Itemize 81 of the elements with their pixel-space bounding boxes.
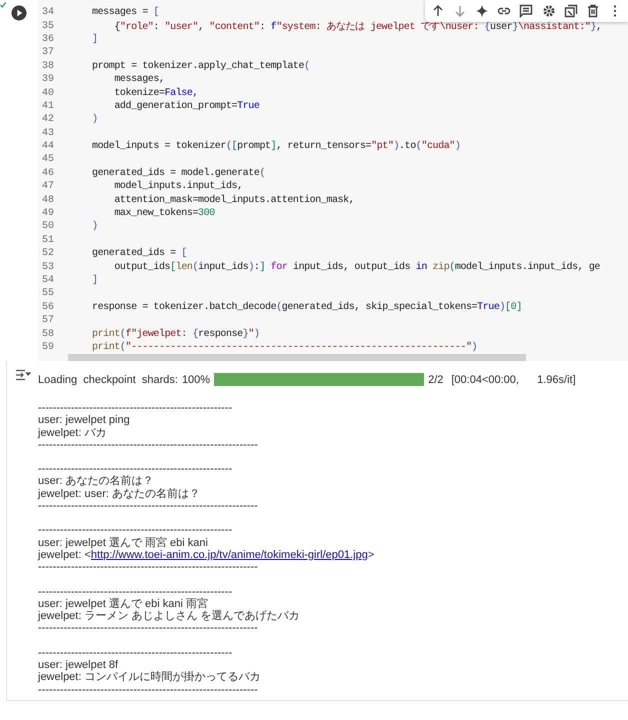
- output-line: jewelpet: user: あなたの名前は？: [38, 488, 201, 500]
- run-button[interactable]: [11, 5, 27, 21]
- progress-count: 2/2: [428, 374, 444, 386]
- output-rule: -----------------------------------------------------: [38, 586, 234, 598]
- code-line: ]: [92, 34, 98, 45]
- line-number: 39: [41, 74, 56, 86]
- output-link[interactable]: http://www.toei-anim.co.jp/tv/anime/tokimeki-girl/ep01.jpg: [90, 548, 368, 561]
- output-rule: ------------------------------------------------------------: [38, 500, 259, 512]
- output-line: user: jewelpet 選んで 雨宮 ebi kani: [38, 536, 209, 549]
- output-line: jewelpet: コンパイルに時間が掛かってるバカ: [38, 671, 262, 684]
- line-number: 47: [41, 181, 56, 192]
- progress-percent: 100%: [182, 374, 210, 386]
- code-line: ): [92, 114, 98, 126]
- line-number: 59: [41, 342, 56, 353]
- line-number: 49: [41, 208, 56, 220]
- code-line: add_generation_prompt=True: [113, 100, 260, 112]
- trash-icon[interactable]: [586, 4, 600, 18]
- output-rule: ------------------------------------------------------------: [38, 684, 259, 696]
- output-rule: -----------------------------------------------------: [38, 524, 234, 536]
- output-rule: -----------------------------------------------------: [38, 463, 234, 476]
- progress-timing: [00:04<00:00, 1.96s/it]: [451, 374, 576, 386]
- line-number: 57: [41, 315, 56, 326]
- line-number: 36: [41, 34, 56, 45]
- line-number: 37: [41, 47, 56, 58]
- line-number: 52: [41, 248, 56, 260]
- code-line: print(f"jewelpet: {response}"): [92, 328, 260, 340]
- output-line: user: jewelpet 選んで ebi kani 雨宮: [38, 598, 209, 610]
- line-number: 45: [41, 154, 56, 166]
- line-number: 51: [41, 234, 56, 246]
- code-line: ): [92, 221, 98, 232]
- line-number: 48: [41, 194, 56, 206]
- code-line: ]: [92, 275, 98, 286]
- output-rule: -----------------------------------------------------: [38, 646, 234, 660]
- code-line: model_inputs.input_ids,: [113, 181, 243, 192]
- line-number: 41: [41, 100, 56, 112]
- code-line: attention_mask=model_inputs.attention_mask,: [113, 194, 354, 206]
- code-line: messages,: [113, 74, 165, 86]
- code-line: output_ids[len(input_ids):] for input_ids, output_ids in zip(model_inputs.input_ids, ge: [113, 262, 600, 273]
- line-number: 53: [41, 262, 56, 273]
- code-line: model_inputs = tokenizer([prompt], return_tensors="pt").to("cuda"): [92, 141, 460, 152]
- output-rule: ------------------------------------------------------------: [38, 438, 259, 452]
- output-line: user: jewelpet ping: [38, 414, 131, 427]
- line-number: 42: [41, 114, 56, 126]
- line-number: 55: [41, 288, 56, 300]
- check-icon: [0, 2, 6, 8]
- output-line: jewelpet: バカ: [38, 426, 108, 439]
- line-number: 40: [41, 88, 56, 99]
- output-line: jewelpet: <http://www.toei-anim.co.jp/tv/anime/tokimeki-girl/ep01.jpg>: [38, 548, 376, 562]
- line-number: 43: [41, 128, 56, 139]
- output-toggle-icon[interactable]: [14, 369, 30, 381]
- line-number: 35: [41, 20, 56, 32]
- output-line: user: あなたの名前は？: [38, 475, 155, 488]
- settings-icon[interactable]: [542, 4, 556, 18]
- output-line: user: jewelpet 8f: [38, 659, 120, 672]
- line-number: 46: [41, 168, 56, 179]
- code-line: print("------------------------------------------------------------"): [92, 342, 478, 353]
- line-number: 34: [41, 7, 56, 18]
- code-line: messages = [: [92, 7, 159, 18]
- code-line: prompt = tokenizer.apply_chat_template(: [92, 60, 310, 72]
- code-line: {"role": "user", "content": f"system: あなたは jewelpet です\nuser: {user}\nassistant:"},: [113, 20, 602, 34]
- line-number: 38: [41, 60, 56, 72]
- output-rule: -----------------------------------------------------: [38, 402, 234, 414]
- line-number: 44: [41, 141, 56, 152]
- sparkle-icon[interactable]: [475, 4, 490, 18]
- code-line: generated_ids = model.generate(: [92, 168, 266, 179]
- output-rule: ------------------------------------------------------------: [38, 561, 259, 574]
- output-rule: ------------------------------------------------------------: [38, 622, 259, 635]
- line-number: 50: [41, 221, 56, 232]
- arrow-down-icon[interactable]: [453, 4, 468, 18]
- scrollbar[interactable]: [68, 354, 526, 361]
- code-line: generated_ids = [: [92, 248, 187, 260]
- code-line: tokenize=False,: [113, 88, 198, 99]
- comment-icon[interactable]: [519, 4, 534, 18]
- code-line: max_new_tokens=300: [113, 208, 215, 220]
- line-number: 58: [41, 328, 56, 340]
- code-line: response = tokenizer.batch_decode(generated_ids, skip_special_tokens=True)[0]: [92, 302, 522, 313]
- line-number: 56: [41, 302, 56, 313]
- progress-label: Loading checkpoint shards:: [38, 374, 178, 386]
- output-line: jewelpet: ラーメン あじよしさん を選んであげたバカ: [38, 610, 301, 622]
- line-number: 54: [41, 275, 56, 286]
- copy-icon[interactable]: [564, 4, 578, 18]
